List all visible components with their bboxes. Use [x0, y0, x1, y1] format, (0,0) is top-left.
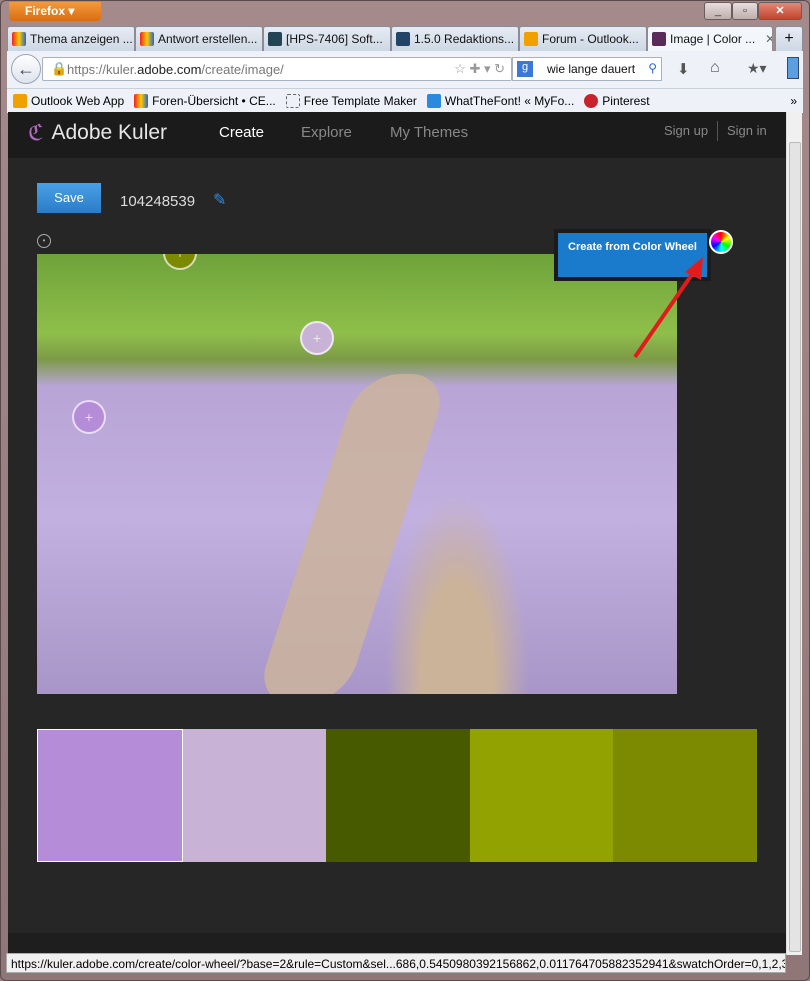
mood-icon[interactable]: •	[37, 234, 51, 248]
swatch-2[interactable]	[182, 729, 327, 862]
tab[interactable]: Forum - Outlook...	[519, 26, 647, 51]
outlook-icon	[524, 32, 538, 46]
color-picker-marker[interactable]: +	[300, 321, 334, 355]
nav-explore[interactable]: Explore	[301, 124, 352, 141]
edit-pencil-icon[interactable]: ✎	[213, 190, 226, 210]
navigation-bar: ← 🔒 https://kuler.adobe.com/create/image…	[7, 51, 803, 89]
red-arrow-annotation	[633, 257, 703, 359]
ce-icon	[140, 32, 154, 46]
bookmarks-icon[interactable]: ★▾	[747, 60, 767, 77]
tab[interactable]: [HPS-7406] Soft...	[263, 26, 391, 51]
addon-icon[interactable]	[787, 57, 799, 79]
swatch-5[interactable]	[613, 729, 757, 862]
download-icon[interactable]: ⬇	[677, 60, 690, 78]
swatch-row	[37, 729, 757, 862]
swatch-3[interactable]	[326, 729, 470, 862]
image-path	[253, 374, 451, 694]
firefox-menu-button[interactable]: Firefox ▾	[9, 2, 101, 21]
sign-in-link[interactable]: Sign in	[727, 123, 767, 138]
tab-strip: Thema anzeigen ... Antwort erstellen... …	[7, 26, 803, 51]
close-tab-icon[interactable]: ✕	[765, 32, 772, 46]
more-bookmarks-icon[interactable]: »	[790, 94, 797, 108]
site-header: ℭ Adobe Kuler Create Explore My Themes Si…	[8, 112, 786, 158]
ce-icon	[12, 32, 26, 46]
status-bar: https://kuler.adobe.com/create/color-whe…	[6, 953, 786, 973]
swatch-1[interactable]	[37, 729, 183, 862]
vertical-scrollbar[interactable]	[786, 112, 802, 955]
tab-active[interactable]: Image | Color ...✕	[647, 26, 773, 51]
new-tab-button[interactable]: +	[775, 26, 803, 51]
theme-name[interactable]: 104248539	[120, 193, 195, 210]
minimize-button[interactable]: _	[704, 2, 732, 20]
close-window-button[interactable]: ✕	[758, 2, 802, 20]
tab[interactable]: Thema anzeigen ...	[7, 26, 135, 51]
google-icon: g	[517, 61, 533, 77]
swatch-4[interactable]	[469, 729, 614, 862]
page-icon	[285, 94, 300, 108]
tab[interactable]: 1.5.0 Redaktions...	[391, 26, 519, 51]
home-icon[interactable]: ⌂	[710, 59, 720, 77]
nav-my-themes[interactable]: My Themes	[390, 124, 468, 141]
search-icon[interactable]: ⚲	[648, 61, 657, 75]
back-button[interactable]: ←	[11, 54, 41, 84]
jira-icon	[268, 32, 282, 46]
kuler-page: ℭ Adobe Kuler Create Explore My Themes Si…	[8, 112, 786, 955]
color-picker-marker[interactable]: +	[163, 254, 197, 270]
kuler-logo-icon: ℭ	[28, 120, 44, 145]
bookmarks-bar: Outlook Web App Foren-Übersicht • CE... …	[7, 89, 803, 113]
whatthefont-icon	[426, 94, 441, 108]
reload-icon[interactable]: ☆ ✚ ▾ ↻	[454, 61, 505, 77]
search-input[interactable]: g wie lange dauert ⚲	[512, 57, 662, 81]
ce-icon	[134, 94, 149, 108]
lock-icon: 🔒	[51, 61, 68, 76]
scrollbar-thumb[interactable]	[789, 142, 801, 952]
source-image[interactable]: + + + +	[37, 254, 677, 694]
kuler-icon	[652, 32, 666, 46]
bookmark[interactable]: Free Template Maker	[285, 94, 417, 108]
maximize-button[interactable]: ▫	[732, 2, 758, 20]
color-picker-marker[interactable]: +	[72, 400, 106, 434]
divider	[717, 121, 718, 141]
tools-icon	[396, 32, 410, 46]
url-bar[interactable]: 🔒 https://kuler.adobe.com/create/image/ …	[42, 57, 512, 81]
bookmark[interactable]: WhatTheFont! « MyFo...	[426, 94, 574, 108]
sign-up-link[interactable]: Sign up	[664, 123, 708, 138]
pinterest-icon	[584, 94, 599, 108]
kuler-logo[interactable]: ℭ Adobe Kuler	[28, 120, 167, 146]
outlook-icon	[13, 94, 27, 108]
bookmark[interactable]: Foren-Übersicht • CE...	[134, 94, 276, 108]
tab[interactable]: Antwort erstellen...	[135, 26, 263, 51]
bookmark[interactable]: Outlook Web App	[13, 94, 124, 108]
nav-create[interactable]: Create	[219, 124, 264, 141]
color-wheel-icon[interactable]	[709, 230, 733, 254]
site-footer	[8, 933, 786, 955]
bookmark[interactable]: Pinterest	[584, 94, 650, 108]
save-button[interactable]: Save	[37, 183, 101, 213]
